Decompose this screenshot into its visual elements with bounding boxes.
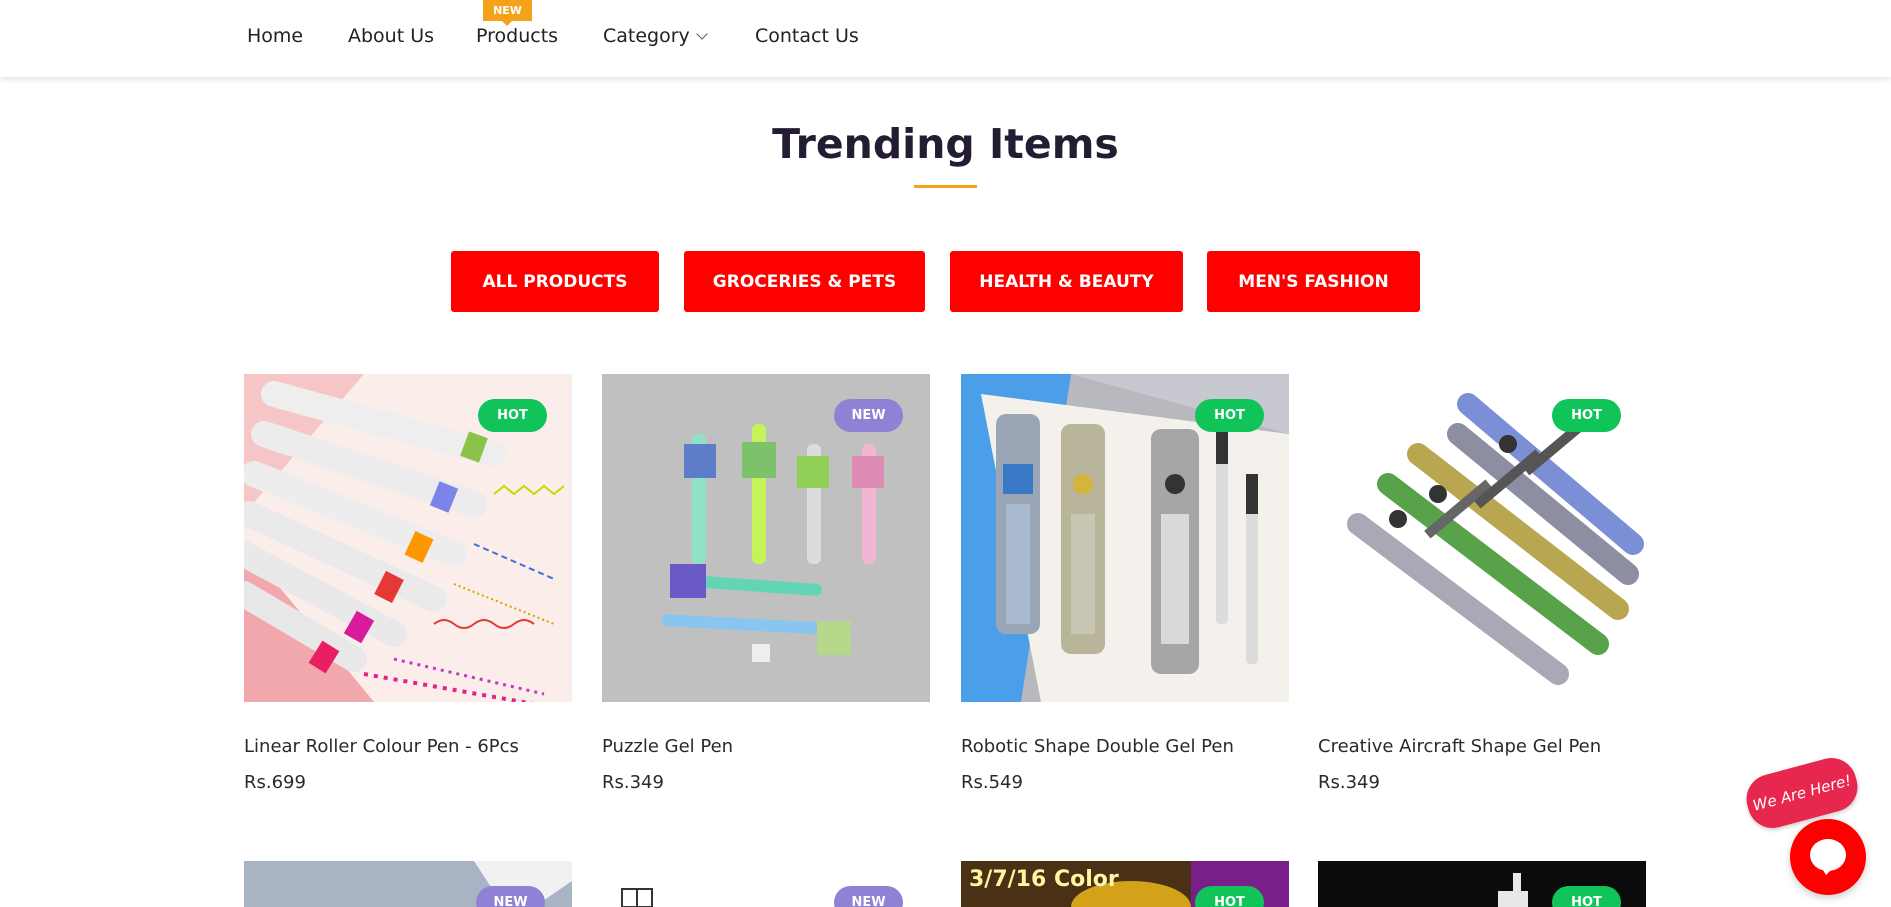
product-image[interactable]: NEW	[602, 861, 930, 907]
filter-groceries-pets-button[interactable]: GROCERIES & PETS	[684, 251, 925, 312]
nav-category-label: Category	[603, 25, 690, 47]
chevron-down-icon	[696, 28, 708, 40]
new-badge: NEW	[834, 886, 903, 907]
hot-badge: HOT	[1195, 886, 1264, 907]
product-price: Rs.349	[602, 772, 664, 793]
product-image[interactable]: HOT	[1318, 861, 1646, 907]
nav-about-us[interactable]: About Us	[348, 25, 434, 47]
promo-text: 3/7/16 Color	[969, 867, 1119, 892]
nav-contact-us[interactable]: Contact Us	[755, 25, 859, 47]
product-image[interactable]: NEW	[602, 374, 930, 702]
chat-button[interactable]	[1790, 819, 1866, 895]
chat-icon-tail	[1820, 865, 1836, 875]
we-are-here-tag[interactable]: We Are Here!	[1740, 752, 1864, 834]
product-image[interactable]: HOT	[244, 374, 572, 702]
nav-products[interactable]: Products	[476, 25, 558, 47]
hot-badge: HOT	[1195, 399, 1264, 432]
title-underline	[914, 185, 977, 188]
product-name[interactable]: Linear Roller Colour Pen - 6Pcs	[244, 736, 519, 757]
product-name[interactable]: Creative Aircraft Shape Gel Pen	[1318, 736, 1601, 757]
product-image[interactable]: HOT	[1318, 374, 1646, 702]
top-nav: Home About Us NEW Products Category Cont…	[0, 0, 1891, 77]
product-name[interactable]: Robotic Shape Double Gel Pen	[961, 736, 1234, 757]
section-title: Trending Items	[772, 120, 1119, 168]
product-price: Rs.699	[244, 772, 306, 793]
filter-all-products-button[interactable]: ALL PRODUCTS	[451, 251, 659, 312]
nav-category[interactable]: Category	[603, 25, 708, 47]
filter-health-beauty-button[interactable]: HEALTH & BEAUTY	[950, 251, 1183, 312]
product-price: Rs.549	[961, 772, 1023, 793]
hot-badge: HOT	[478, 399, 547, 432]
nav-home[interactable]: Home	[247, 25, 303, 47]
new-badge: NEW	[834, 399, 903, 432]
product-price: Rs.349	[1318, 772, 1380, 793]
product-image[interactable]: 3/7/16 Color HOT	[961, 861, 1289, 907]
hot-badge: HOT	[1552, 886, 1621, 907]
product-name[interactable]: Puzzle Gel Pen	[602, 736, 733, 757]
product-image[interactable]: NEW	[244, 861, 572, 907]
nav-new-badge: NEW	[483, 0, 532, 26]
hot-badge: HOT	[1552, 399, 1621, 432]
filter-mens-fashion-button[interactable]: MEN'S FASHION	[1207, 251, 1420, 312]
product-image[interactable]: HOT	[961, 374, 1289, 702]
new-badge: NEW	[476, 886, 545, 907]
